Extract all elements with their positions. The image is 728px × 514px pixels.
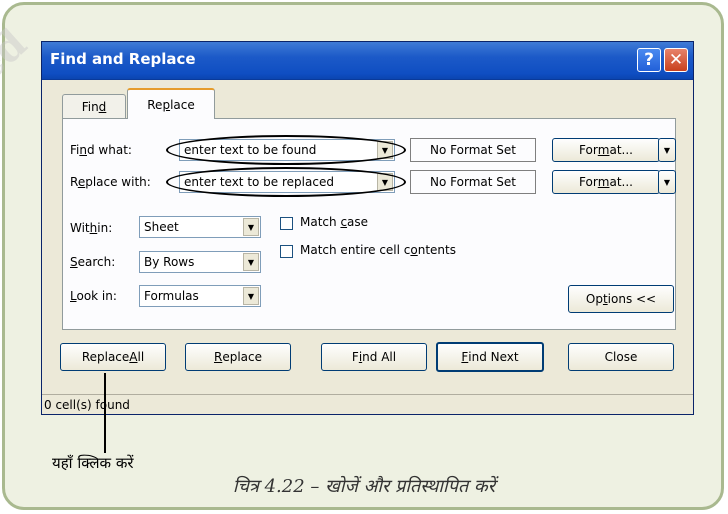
match-case-checkbox[interactable] (280, 217, 293, 230)
status-text: 0 cell(s) found (44, 398, 130, 412)
find-format-status: No Format Set (410, 138, 536, 162)
within-label: Within: (70, 221, 113, 235)
find-replace-dialog: Find and Replace ? ✕ Fin d Re p lace Find w… (41, 41, 694, 415)
look-in-dropdown-icon[interactable]: ▼ (243, 287, 259, 305)
figure-caption: चित्र 4.22 – खोजें और प्रतिस्थापित करें (232, 476, 496, 497)
find-all-button[interactable]: Fi nd All (321, 343, 427, 371)
callout-text: यहाँ क्लिक करें (52, 454, 134, 472)
dialog-title: Find and Replace (50, 50, 196, 68)
tab-find[interactable]: Fin d (62, 94, 126, 118)
find-next-button[interactable]: Find Next (436, 342, 544, 372)
close-icon: ✕ (668, 50, 684, 70)
replace-all-button[interactable]: Replace All (60, 343, 166, 371)
look-in-label: Look in: (70, 289, 117, 303)
close-window-button[interactable]: ✕ (664, 48, 688, 72)
search-label: Search: (70, 255, 116, 269)
replace-format-dropdown-icon[interactable]: ▼ (658, 170, 676, 194)
look-in-select[interactable]: Formulas ▼ (139, 285, 261, 307)
options-button[interactable]: Op t ions << (568, 285, 674, 313)
match-case-label: Match case (300, 215, 369, 229)
search-select[interactable]: By Rows ▼ (139, 251, 261, 273)
within-select[interactable]: Sheet ▼ (139, 216, 261, 238)
replace-format-button[interactable]: For m at... (552, 170, 660, 194)
help-icon: ? (644, 50, 654, 70)
status-bar: 0 cell(s) found (42, 394, 693, 414)
highlight-oval-replace (166, 167, 406, 197)
highlight-oval-find (166, 135, 406, 165)
close-button[interactable]: Close (568, 343, 674, 371)
help-button[interactable]: ? (637, 48, 661, 72)
title-bar: Find and Replace ? ✕ (42, 42, 693, 80)
match-entire-checkbox[interactable] (280, 245, 293, 258)
search-dropdown-icon[interactable]: ▼ (243, 253, 259, 271)
find-what-label: Find what: (70, 143, 132, 157)
find-format-dropdown-icon[interactable]: ▼ (658, 138, 676, 162)
replace-format-status: No Format Set (410, 170, 536, 194)
replace-with-label: Replace with: (70, 175, 151, 189)
within-dropdown-icon[interactable]: ▼ (243, 218, 259, 236)
replace-button[interactable]: Replace (185, 343, 291, 371)
tab-replace[interactable]: Re p lace (127, 88, 215, 119)
callout-pointer (104, 373, 106, 453)
match-entire-label: Match entire cell contents (300, 243, 456, 257)
find-format-button[interactable]: For m at... (552, 138, 660, 162)
